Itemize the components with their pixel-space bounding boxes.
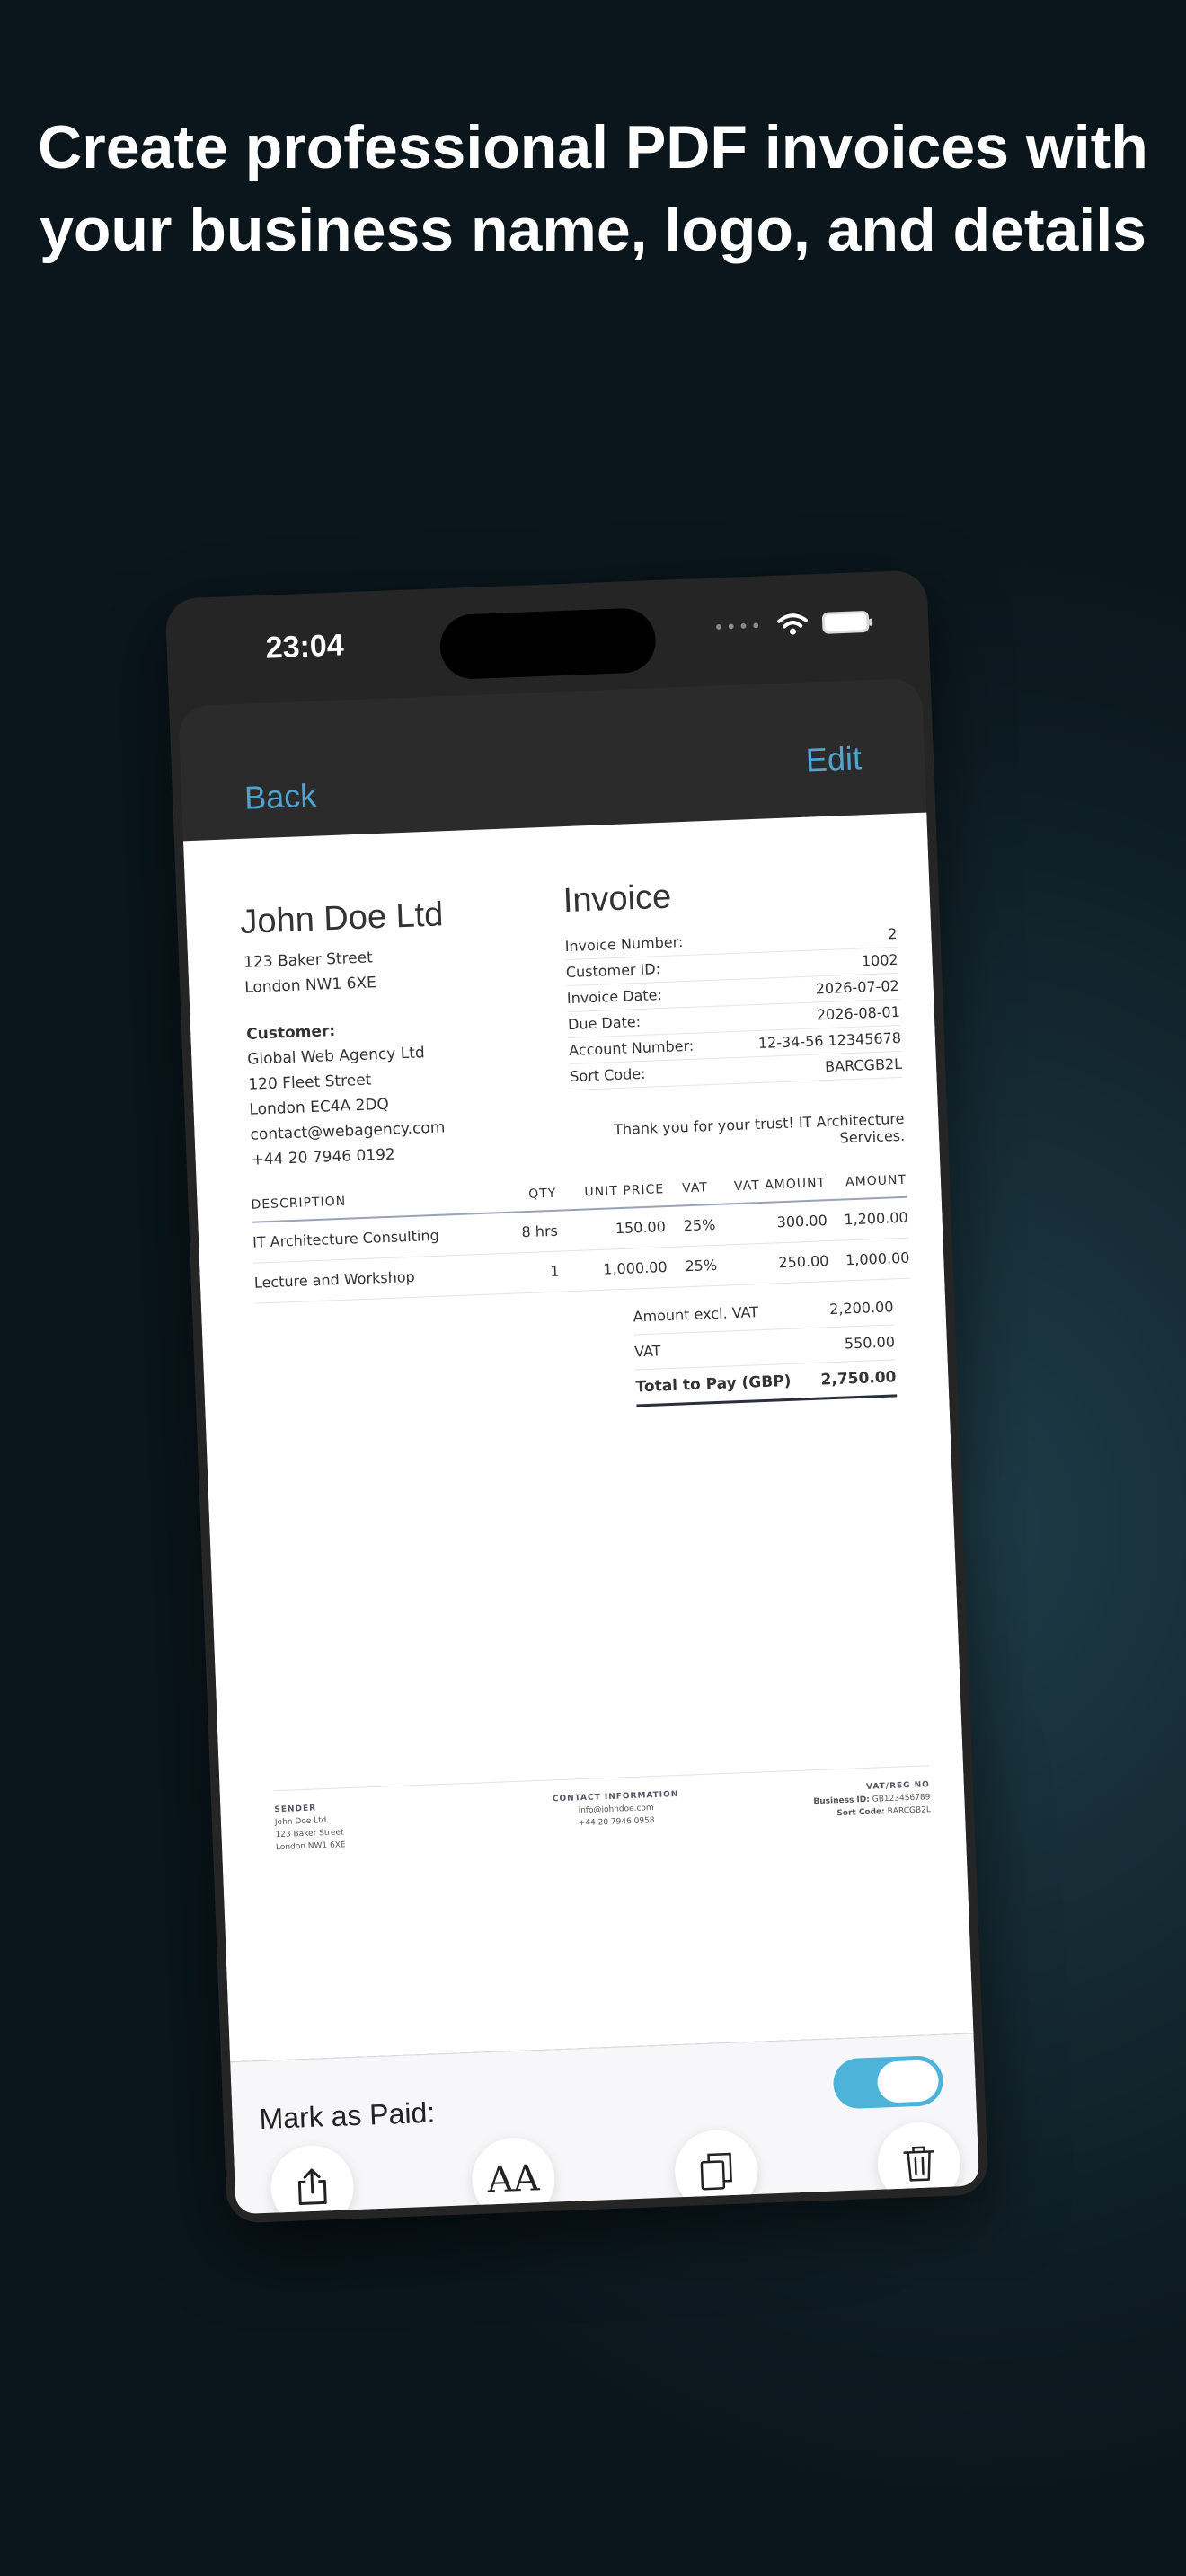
meta-value: 2 xyxy=(887,924,898,943)
vat-value: 550.00 xyxy=(844,1333,896,1353)
business-id-value: GB123456789 xyxy=(872,1793,931,1804)
sort-code-value: BARCGB2L xyxy=(887,1805,932,1817)
col-vat-amount: VAT AMOUNT xyxy=(733,1176,827,1195)
invoice-meta: Invoice Number: 2 Customer ID: 1002 Invoic… xyxy=(564,921,903,1091)
cell-qty: 8 hrs xyxy=(521,1222,559,1241)
cell-vat-amount: 300.00 xyxy=(776,1212,828,1231)
headline-line-2: your business name, logo, and details xyxy=(40,196,1146,264)
invoice-document: John Doe Ltd 123 Baker Street London NW1… xyxy=(182,812,974,2062)
font-style-button[interactable]: AA xyxy=(470,2136,557,2215)
meta-label: Invoice Date: xyxy=(566,986,663,1008)
phone-frame: 23:04 •••• Back Edit John Doe Ltd 123 Ba… xyxy=(164,569,989,2224)
customer-label: Customer: xyxy=(245,1022,336,1044)
thank-you-note: Thank you for your trust! IT Architectur… xyxy=(613,1109,906,1147)
meta-label: Sort Code: xyxy=(569,1064,646,1086)
toggle-knob xyxy=(876,2060,940,2104)
cell-unit-price: 1,000.00 xyxy=(602,1258,668,1278)
col-qty: QTY xyxy=(527,1186,557,1202)
col-amount: AMOUNT xyxy=(845,1172,907,1190)
meta-label: Customer ID: xyxy=(565,960,661,982)
footer-contact: CONTACT INFORMATION info@johndoe.com +44… xyxy=(544,1788,688,1831)
status-icons: •••• xyxy=(713,610,870,640)
mark-paid-label: Mark as Paid: xyxy=(258,2095,436,2136)
wifi-icon xyxy=(777,613,809,635)
cell-amount: 1,000.00 xyxy=(845,1248,910,1269)
cell-vat: 25% xyxy=(683,1215,716,1235)
share-icon xyxy=(297,2168,327,2205)
cell-description: Lecture and Workshop xyxy=(253,1267,416,1292)
meta-value: 2026-08-01 xyxy=(816,1002,901,1024)
business-address: 123 Baker Street London NW1 6XE xyxy=(243,945,377,1001)
customer-block: Customer: Global Web Agency Ltd 120 Flee… xyxy=(246,1015,447,1173)
cell-unit-price: 150.00 xyxy=(615,1218,667,1238)
line-items-table: DESCRIPTION QTY UNIT PRICE VAT VAT AMOUN… xyxy=(250,1163,911,1304)
share-button[interactable] xyxy=(269,2144,356,2215)
address-line: London NW1 6XE xyxy=(243,974,377,997)
cell-vat-amount: 250.00 xyxy=(778,1252,829,1272)
cell-amount: 1,200.00 xyxy=(844,1208,908,1229)
cell-qty: 1 xyxy=(550,1262,560,1281)
font-icon: AA xyxy=(486,2157,541,2201)
footer-line: London NW1 6XE xyxy=(275,1840,346,1853)
col-vat: VAT xyxy=(681,1180,709,1196)
totals-block: Amount excl. VAT 2,200.00 VAT 550.00 Total… xyxy=(632,1290,898,1407)
cell-vat: 25% xyxy=(685,1256,718,1275)
meta-label: Account Number: xyxy=(568,1037,695,1060)
battery-icon xyxy=(821,610,870,634)
delete-button[interactable] xyxy=(876,2121,962,2207)
subtotal-value: 2,200.00 xyxy=(828,1298,894,1319)
col-unit-price: UNIT PRICE xyxy=(584,1182,665,1200)
total-label: Total to Pay (GBP) xyxy=(635,1372,792,1397)
meta-value: 1002 xyxy=(861,950,898,970)
business-id-label: Business ID: xyxy=(813,1795,871,1807)
meta-value: 2026-07-02 xyxy=(815,976,900,998)
footer-vat: VAT/REG NO Business ID: GB123456789 Sort… xyxy=(813,1778,932,1821)
invoice-sheet: Back Edit John Doe Ltd 123 Baker Street … xyxy=(178,677,980,2215)
bottom-toolbar: Mark as Paid: AA xyxy=(230,2033,980,2215)
dynamic-island xyxy=(438,607,658,681)
mark-paid-toggle[interactable] xyxy=(832,2054,944,2110)
meta-label: Due Date: xyxy=(567,1012,642,1034)
copy-icon xyxy=(700,2152,732,2191)
meta-value: BARCGB2L xyxy=(824,1054,903,1076)
subtotal-label: Amount excl. VAT xyxy=(633,1303,759,1326)
back-button[interactable]: Back xyxy=(243,777,317,817)
vat-label: VAT xyxy=(633,1342,661,1361)
meta-label: Invoice Number: xyxy=(564,933,684,956)
total-value: 2,750.00 xyxy=(820,1368,897,1389)
signal-icon: •••• xyxy=(712,614,764,639)
trash-icon xyxy=(903,2146,934,2182)
duplicate-button[interactable] xyxy=(673,2128,759,2215)
invoice-footer: SENDER John Doe Ltd 123 Baker Street Lon… xyxy=(273,1765,931,1852)
edit-button[interactable]: Edit xyxy=(805,739,863,779)
status-time: 23:04 xyxy=(265,628,345,666)
marketing-headline: Create professional PDF invoices with yo… xyxy=(0,106,1186,271)
business-name: John Doe Ltd xyxy=(239,895,445,941)
headline-line-1: Create professional PDF invoices with xyxy=(38,113,1148,181)
invoice-title: Invoice xyxy=(562,878,672,921)
sort-code-label: Sort Code: xyxy=(836,1807,885,1819)
footer-sender: SENDER John Doe Ltd 123 Baker Street Lon… xyxy=(274,1801,346,1854)
